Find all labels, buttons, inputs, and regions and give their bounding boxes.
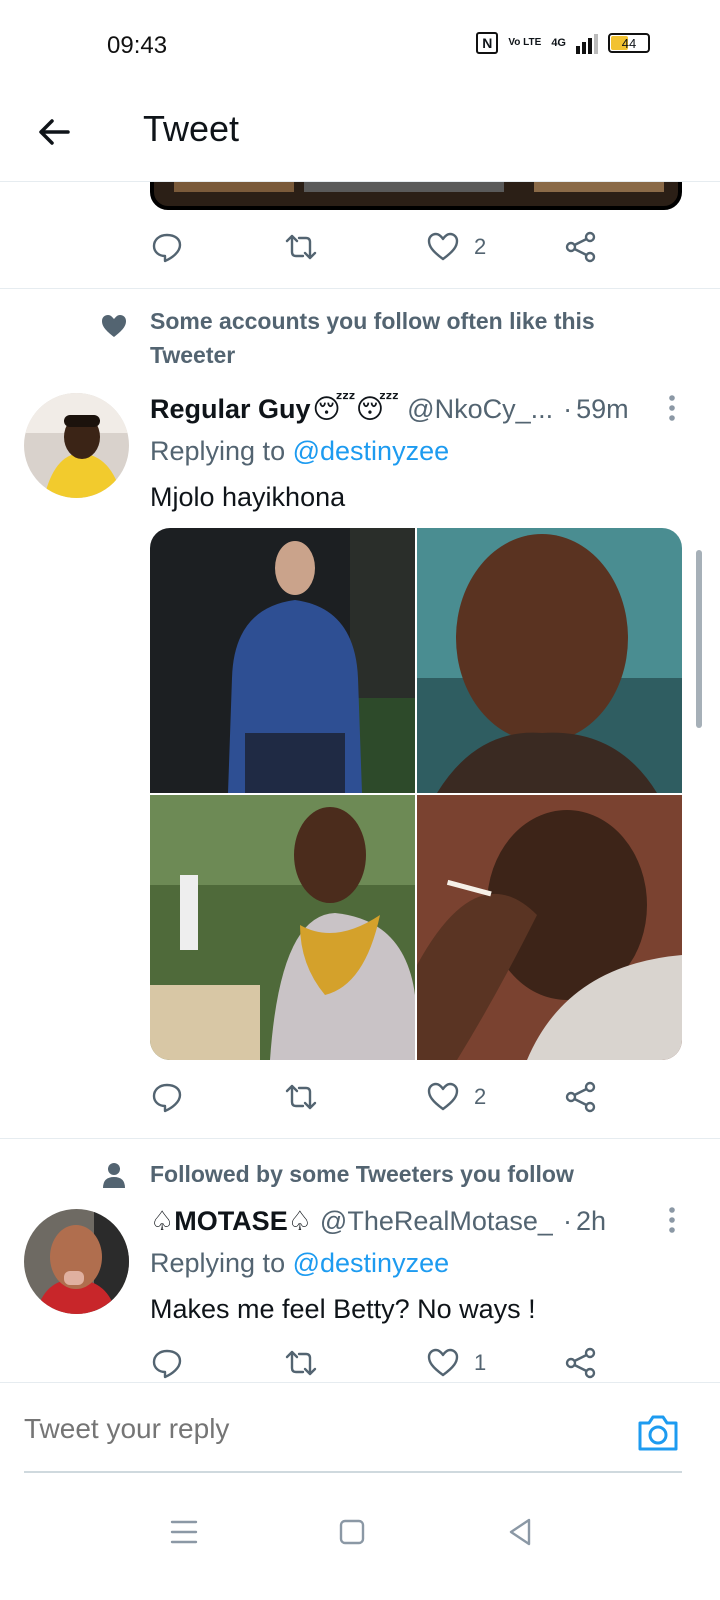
system-nav-bar: [0, 1484, 720, 1600]
tweet-actions: 1: [150, 1346, 620, 1386]
replying-prefix: Replying to: [150, 1248, 286, 1278]
retweet-button[interactable]: [284, 1346, 318, 1380]
retweet-icon: [285, 234, 317, 260]
share-button[interactable]: [564, 1346, 598, 1380]
tweet-text: Mjolo hayikhona: [150, 482, 346, 512]
avatar[interactable]: [24, 1209, 129, 1314]
menu-icon[interactable]: [164, 1512, 204, 1552]
tweet-time: 2h: [575, 1206, 606, 1236]
share-button[interactable]: [564, 1080, 598, 1114]
battery-icon: 44: [608, 33, 650, 53]
media-image[interactable]: [417, 795, 682, 1060]
social-context-text: Followed by some Tweeters you follow: [150, 1161, 574, 1187]
share-button[interactable]: [564, 230, 598, 264]
like-count: 1: [474, 1350, 487, 1375]
reply-underline: [24, 1471, 682, 1473]
like-button[interactable]: 2: [426, 1080, 486, 1114]
retweet-icon: [285, 1350, 317, 1376]
previous-tweet-actions: 2: [150, 230, 620, 270]
like-count: 2: [474, 234, 487, 259]
reply-input[interactable]: [24, 1413, 544, 1445]
nfc-icon: N: [476, 32, 499, 54]
replying-to: Replying to @destinyzee: [150, 436, 449, 467]
retweet-icon: [285, 1084, 317, 1110]
tweet-media-grid[interactable]: [150, 528, 682, 1060]
reply-button[interactable]: [150, 1346, 184, 1380]
network-type-label: 4G: [551, 37, 566, 49]
reply-composer: [0, 1382, 720, 1482]
display-name[interactable]: ♤MOTASE♤: [150, 1206, 312, 1237]
like-count: 2: [474, 1084, 487, 1109]
header: Tweet: [0, 90, 720, 182]
status-bar: 09:43 N Vo LTE 4G 44: [0, 0, 720, 90]
divider: [0, 1138, 720, 1139]
like-button[interactable]: 1: [426, 1346, 486, 1380]
volte-icon: Vo LTE: [508, 37, 542, 48]
status-icons: N Vo LTE 4G 44: [476, 32, 650, 54]
mention-link[interactable]: @destinyzee: [293, 436, 450, 466]
reply-button[interactable]: [150, 230, 184, 264]
share-icon: [565, 231, 596, 263]
user-handle[interactable]: @NkoCy_...: [407, 394, 553, 425]
tweet-text: Makes me feel Betty? No ways !: [150, 1294, 536, 1324]
previous-tweet-media[interactable]: [150, 182, 682, 210]
reply-button[interactable]: [150, 1080, 184, 1114]
like-button[interactable]: 2: [426, 230, 486, 264]
replying-to: Replying to @destinyzee: [150, 1248, 449, 1279]
more-options-icon[interactable]: [666, 1206, 678, 1236]
avatar[interactable]: [24, 393, 129, 498]
tweet-header: ♤MOTASE♤ @TheRealMotase_ · 2h: [150, 1206, 690, 1242]
heart-icon: [427, 1082, 459, 1111]
tweet-time: 59m: [576, 394, 629, 424]
replying-prefix: Replying to: [150, 436, 286, 466]
camera-icon[interactable]: [636, 1413, 680, 1453]
reply-icon: [152, 1083, 182, 1113]
mention-link[interactable]: @destinyzee: [293, 1248, 450, 1278]
heart-icon: [427, 232, 459, 261]
retweet-button[interactable]: [284, 230, 318, 264]
back-arrow-icon[interactable]: [34, 112, 74, 152]
back-icon[interactable]: [500, 1512, 540, 1552]
tweet-actions: 2: [150, 1080, 620, 1120]
person-icon: [103, 1163, 125, 1188]
divider: [0, 288, 720, 289]
retweet-button[interactable]: [284, 1080, 318, 1114]
media-image[interactable]: [417, 528, 682, 793]
signal-icon: [576, 32, 598, 54]
share-icon: [565, 1347, 596, 1379]
status-time: 09:43: [107, 32, 168, 59]
share-icon: [565, 1081, 596, 1113]
heart-icon: [427, 1348, 459, 1377]
tweet-feed[interactable]: 2 Some accounts you follow often like th…: [0, 182, 720, 1412]
heart-icon: [102, 315, 126, 337]
scrollbar[interactable]: [696, 550, 702, 728]
user-handle[interactable]: @TheRealMotase_: [320, 1206, 553, 1237]
social-context-text: Some accounts you follow often like this…: [150, 308, 595, 368]
name-emoji: 😴😴: [312, 394, 400, 424]
battery-level: 44: [621, 35, 637, 51]
separator-dot: ·: [562, 1206, 572, 1236]
more-options-icon[interactable]: [666, 394, 678, 424]
reply-icon: [152, 233, 182, 263]
media-image[interactable]: [150, 795, 415, 1060]
home-icon[interactable]: [332, 1512, 372, 1552]
reply-icon: [152, 1349, 182, 1379]
media-image[interactable]: [150, 528, 415, 793]
page-title: Tweet: [143, 108, 240, 149]
display-name[interactable]: Regular Guy: [150, 394, 311, 425]
separator-dot: ·: [563, 394, 573, 424]
tweet-header: Regular Guy 😴😴 @NkoCy_... · 59m: [150, 394, 690, 430]
